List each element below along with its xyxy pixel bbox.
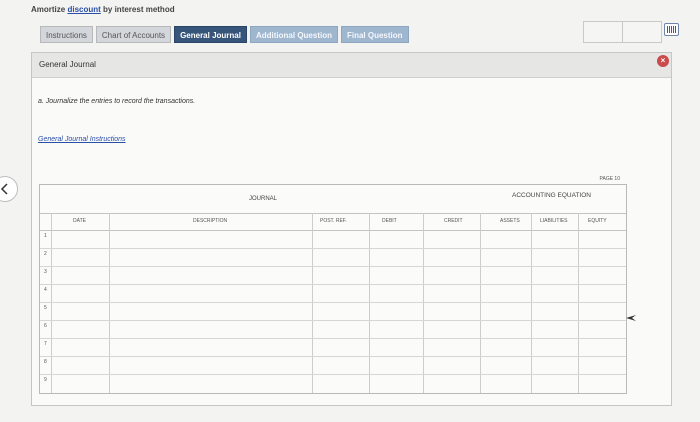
page-label: PAGE 10 xyxy=(599,176,620,182)
column-divider xyxy=(480,213,481,393)
chevron-left-icon[interactable] xyxy=(0,176,18,202)
general-journal-instructions-link[interactable]: General Journal Instructions xyxy=(38,136,126,143)
col-equity: EQUITY xyxy=(588,218,607,224)
row-number: 1 xyxy=(44,233,47,239)
tab-final-question[interactable]: Final Question xyxy=(340,26,409,43)
column-divider xyxy=(109,213,110,393)
journal-title: JOURNAL xyxy=(249,196,278,202)
tab-additional-question[interactable]: Additional Question xyxy=(249,26,338,43)
col-credit: CREDIT xyxy=(444,218,463,224)
column-divider xyxy=(51,213,52,393)
col-post-ref: POST. REF. xyxy=(320,218,347,224)
table-row xyxy=(40,356,626,357)
row-number: 5 xyxy=(44,305,47,311)
top-status-boxes xyxy=(583,21,662,43)
table-row xyxy=(40,338,626,339)
general-journal-panel: General Journal × a. Journalize the entr… xyxy=(31,52,672,406)
column-divider xyxy=(578,213,579,393)
col-liabilities: LIABILITIES xyxy=(540,218,568,224)
tab-chart-of-accounts[interactable]: Chart of Accounts xyxy=(95,26,172,43)
column-divider xyxy=(531,213,532,393)
close-icon[interactable]: × xyxy=(657,55,669,67)
table-row xyxy=(40,374,626,375)
row-number: 2 xyxy=(44,251,47,257)
title-keyword[interactable]: discount xyxy=(67,5,100,14)
tab-bar: Instructions Chart of Accounts General J… xyxy=(40,26,409,43)
page-title: Amortize discount by interest method xyxy=(31,5,175,14)
table-row xyxy=(40,266,626,267)
column-divider xyxy=(423,213,424,393)
journal-header-row: DATE DESCRIPTION POST. REF. DEBIT CREDIT… xyxy=(40,213,626,231)
grid-icon[interactable] xyxy=(664,23,679,36)
column-divider xyxy=(369,213,370,393)
row-number: 4 xyxy=(44,287,47,293)
table-row xyxy=(40,320,626,321)
row-number: 7 xyxy=(44,341,47,347)
title-prefix: Amortize xyxy=(31,5,68,14)
col-assets: ASSETS xyxy=(500,218,520,224)
instruction-text: a. Journalize the entries to record the … xyxy=(38,98,196,105)
title-suffix: by interest method xyxy=(100,5,175,14)
table-row xyxy=(40,302,626,303)
row-number: 6 xyxy=(44,323,47,329)
row-number: 3 xyxy=(44,269,47,275)
row-number: 8 xyxy=(44,359,47,365)
tab-instructions[interactable]: Instructions xyxy=(40,26,93,43)
table-row xyxy=(40,248,626,249)
column-divider xyxy=(312,213,313,393)
col-description: DESCRIPTION xyxy=(193,218,228,224)
row-number: 9 xyxy=(44,377,47,383)
journal-table: PAGE 10 JOURNAL ACCOUNTING EQUATION DATE… xyxy=(39,176,627,394)
status-box xyxy=(584,22,623,42)
table-row xyxy=(40,284,626,285)
mouse-cursor-icon xyxy=(626,315,636,321)
tab-general-journal[interactable]: General Journal xyxy=(174,26,247,43)
col-debit: DEBIT xyxy=(382,218,397,224)
panel-header: General Journal xyxy=(32,53,671,78)
accounting-equation-title: ACCOUNTING EQUATION xyxy=(512,192,591,199)
status-box xyxy=(623,22,661,42)
col-date: DATE xyxy=(73,218,86,224)
